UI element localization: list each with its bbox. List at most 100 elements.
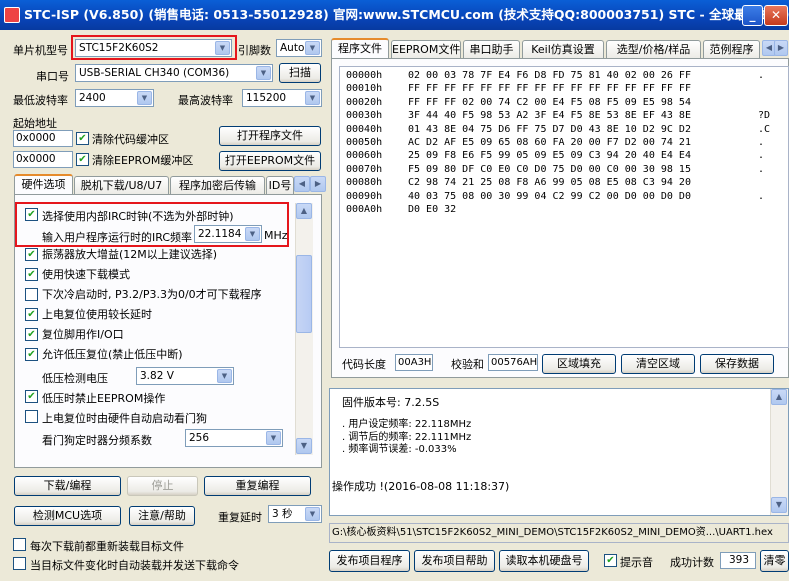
hw-option-row[interactable]: ✔ 允许低压复位(禁止低压中断) (25, 348, 293, 368)
hw-option-label: 振荡器放大增益(12M以上建议选择) (42, 248, 218, 261)
hex-bytes: 02 00 03 78 7F E4 F6 D8 FD 75 81 40 02 0… (408, 70, 691, 216)
wdt-div-value: 256 (189, 432, 210, 444)
chevron-down-icon: ▼ (137, 91, 152, 105)
options-list: ✔ 振荡器放大增益(12M以上建议选择) ✔ 使用快速下载模式 下次冷启动时, P3.2… (25, 248, 293, 368)
mcu-highlight (71, 35, 237, 60)
max-baud-select[interactable]: 115200 ▼ (242, 89, 322, 107)
eeprom-lv-label: 低压时禁止EEPROM操作 (42, 392, 166, 405)
max-baud-label: 最高波特率 (178, 94, 233, 107)
tab-hardware[interactable]: 硬件选项 (14, 174, 73, 194)
clear-area-button[interactable]: 清空区域 (621, 354, 695, 374)
lv-select[interactable]: 3.82 V ▼ (136, 367, 234, 385)
options-scrollbar[interactable]: ▲ ▼ (295, 203, 313, 455)
mcu-label: 单片机型号 (13, 44, 68, 57)
code-length-value: 00A3H (395, 354, 433, 371)
irc-freq-select[interactable]: 22.1184 ▼ (194, 225, 262, 243)
auto-load-checkbox[interactable] (13, 557, 26, 570)
scroll-thumb[interactable] (296, 255, 312, 333)
open-program-button[interactable]: 打开程序文件 (219, 126, 321, 146)
eeprom-lv-checkbox[interactable]: ✔ (25, 390, 38, 403)
hw-option-checkbox[interactable]: ✔ (25, 348, 38, 361)
stop-button[interactable]: 停止 (127, 476, 198, 496)
eeprom-addr-input[interactable]: 0x0000 (13, 151, 73, 168)
pins-select[interactable]: Auto ▼ (276, 39, 322, 57)
publish-program-button[interactable]: 发布项目程序 (329, 550, 410, 572)
clear-count-button[interactable]: 清零 (760, 550, 789, 572)
log-panel[interactable]: 固件版本号: 7.2.5S . 用户设定频率: 22.118MHz. 调节后的频… (329, 388, 789, 516)
fill-area-button[interactable]: 区域填充 (542, 354, 616, 374)
wdt-checkbox[interactable] (25, 410, 38, 423)
hw-option-checkbox[interactable]: ✔ (25, 328, 38, 341)
tab-program-file[interactable]: 程序文件 (331, 38, 389, 58)
hex-view[interactable]: 00000h 00010h 00020h 00030h 00040h 00050… (339, 66, 789, 348)
scroll-down-icon[interactable]: ▼ (296, 438, 312, 454)
tab-scroll-right-icon[interactable]: ▶ (310, 176, 326, 192)
start-addr-label: 起始地址 (13, 117, 57, 130)
app-icon (4, 7, 20, 23)
auto-load-label: 当目标文件变化时自动装载并发送下载命令 (30, 559, 239, 572)
scroll-down-icon[interactable]: ▼ (771, 497, 787, 513)
code-addr-input[interactable]: 0x0000 (13, 130, 73, 147)
scan-button[interactable]: 扫描 (279, 63, 321, 83)
reload-label: 每次下载前都重新装载目标文件 (30, 540, 184, 553)
checksum-value: 00576AH (488, 354, 538, 371)
read-disk-button[interactable]: 读取本机硬盘号 (499, 550, 589, 572)
tab-serial-helper[interactable]: 串口助手 (463, 40, 520, 58)
help-button[interactable]: 注意/帮助 (129, 506, 195, 526)
clear-code-label: 清除代码缓冲区 (92, 133, 169, 146)
hw-option-checkbox[interactable]: ✔ (25, 308, 38, 321)
hw-option-checkbox[interactable]: ✔ (25, 248, 38, 261)
min-baud-select[interactable]: 2400 ▼ (75, 89, 154, 107)
irc-unit: MHz (264, 229, 288, 242)
scroll-up-icon[interactable]: ▲ (296, 203, 312, 219)
open-eeprom-button[interactable]: 打开EEPROM文件 (219, 151, 321, 171)
irc-checkbox[interactable]: ✔ (25, 208, 38, 221)
hw-option-row[interactable]: 下次冷启动时, P3.2/P3.3为0/0才可下载程序 (25, 288, 293, 308)
hw-option-row[interactable]: ✔ 使用快速下载模式 (25, 268, 293, 288)
tab-keil-debug[interactable]: Keil仿真设置 (522, 40, 604, 58)
log-line: . 频率调节误差: -0.033% (342, 444, 457, 455)
lv-value: 3.82 V (140, 370, 174, 382)
log-lines: . 用户设定频率: 22.118MHz. 调节后的频率: 22.111MHz. … (342, 419, 471, 457)
tab-scroll-left-icon[interactable]: ◀ (294, 176, 310, 192)
clear-code-checkbox[interactable]: ✔ (76, 132, 89, 145)
chevron-down-icon: ▼ (305, 507, 320, 521)
port-select[interactable]: USB-SERIAL CH340 (COM36) ▼ (75, 64, 273, 82)
hw-option-label: 复位脚用作I/O口 (42, 328, 124, 341)
tab-offline[interactable]: 脱机下载/U8/U7 (74, 176, 169, 194)
hw-option-row[interactable]: ✔ 复位脚用作I/O口 (25, 328, 293, 348)
clear-eeprom-label: 清除EEPROM缓冲区 (92, 154, 194, 167)
firmware-version: 固件版本号: 7.2.5S (342, 396, 440, 409)
reload-checkbox[interactable] (13, 538, 26, 551)
minimize-icon[interactable]: _ (742, 5, 763, 26)
beep-checkbox[interactable]: ✔ (604, 554, 617, 567)
log-line: . 用户设定频率: 22.118MHz (342, 419, 472, 430)
repeat-delay-select[interactable]: 3 秒 ▼ (268, 505, 322, 523)
hw-option-label: 上电复位使用较长延时 (42, 308, 152, 321)
hw-option-checkbox[interactable] (25, 288, 38, 301)
hw-option-checkbox[interactable]: ✔ (25, 268, 38, 281)
scroll-up-icon[interactable]: ▲ (771, 389, 787, 405)
checksum-label: 校验和 (451, 358, 484, 371)
file-path: G:\核心板资料\51\STC15F2K60S2_MINI_DEMO\STC15… (329, 523, 789, 543)
tab-id[interactable]: ID号 (266, 176, 294, 194)
tab-selection[interactable]: 选型/价格/样品 (606, 40, 701, 58)
pins-label: 引脚数 (238, 44, 271, 57)
wdt-div-select[interactable]: 256 ▼ (185, 429, 283, 447)
clear-eeprom-checkbox[interactable]: ✔ (76, 153, 89, 166)
hw-option-row[interactable]: ✔ 振荡器放大增益(12M以上建议选择) (25, 248, 293, 268)
download-button[interactable]: 下载/编程 (14, 476, 121, 496)
tab-eeprom-file[interactable]: EEPROM文件 (391, 40, 461, 58)
close-icon[interactable]: ✕ (764, 5, 788, 26)
reprogram-button[interactable]: 重复编程 (204, 476, 311, 496)
log-scrollbar[interactable]: ▲ ▼ (770, 389, 788, 515)
min-baud-label: 最低波特率 (13, 94, 68, 107)
save-data-button[interactable]: 保存数据 (700, 354, 774, 374)
hw-option-row[interactable]: ✔ 上电复位使用较长延时 (25, 308, 293, 328)
check-mcu-button[interactable]: 检测MCU选项 (14, 506, 121, 526)
tab-examples[interactable]: 范例程序 (703, 40, 760, 58)
publish-help-button[interactable]: 发布项目帮助 (414, 550, 495, 572)
tab-scroll-right-icon[interactable]: ▶ (774, 40, 788, 56)
max-baud-value: 115200 (246, 92, 287, 104)
tab-encrypt[interactable]: 程序加密后传输 (170, 176, 265, 194)
